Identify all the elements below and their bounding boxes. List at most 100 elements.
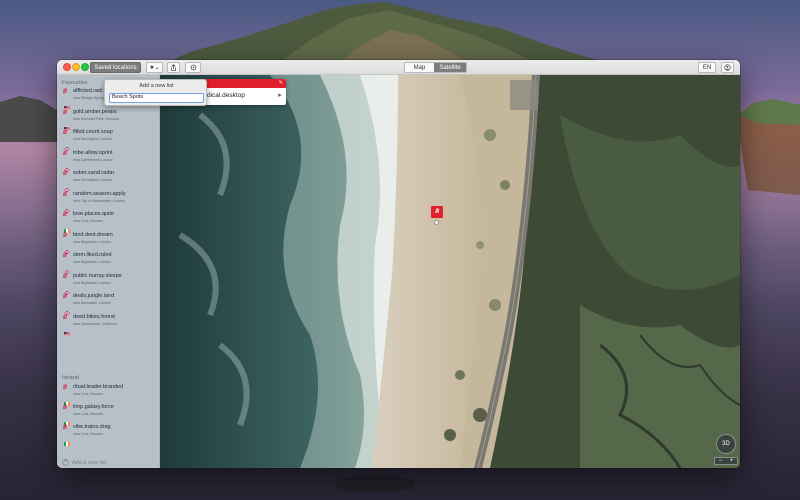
location-name: love.places.quite [73, 211, 114, 217]
location-name: sober.sand.radar [73, 170, 115, 176]
plus-icon: + [62, 459, 69, 466]
saved-location-item[interactable]: /// love.places.quite near Cork, Munster [63, 211, 158, 233]
brand-slashes-icon: /// [63, 191, 67, 198]
add-new-list-popover: Add a new list Beach Spots [104, 79, 207, 106]
country-flag-icon [63, 302, 71, 316]
saved-location-item[interactable]: /// deals.jungle.land near Bayswater, Lond… [63, 293, 158, 316]
location-name: ritual.leader.branded [73, 384, 124, 390]
saved-location-item[interactable]: /// sober.sand.radar near Kensington, Lond… [63, 170, 158, 193]
location-subtitle: near Cork, Munster [73, 412, 103, 416]
brand-slashes-icon: /// [63, 150, 67, 157]
location-name: filled.count.soap [73, 129, 113, 135]
country-flag-icon [63, 282, 71, 295]
brand-slashes-icon: /// [63, 253, 67, 259]
location-subtitle: near Sacramento, California [73, 321, 117, 326]
saved-locations-button[interactable]: Saved locations [90, 62, 141, 73]
saved-location-item[interactable]: /// vibe.trains.drag near Cork, Munster [63, 424, 158, 446]
country-flag-icon [63, 159, 71, 172]
country-flag-icon [64, 118, 70, 131]
location-name: stem.liked.ruled [73, 252, 112, 258]
location-name: vibe.trains.drag [73, 424, 111, 430]
account-button[interactable] [721, 62, 734, 73]
location-subtitle: near Bayswater, London [73, 239, 111, 244]
location-name: public.hurray.sleeps [73, 272, 122, 279]
location-marker[interactable]: /// [431, 206, 443, 218]
zoom-in-button[interactable]: + [726, 458, 737, 464]
maximize-window-button[interactable] [81, 63, 89, 71]
location-subtitle: near Cork, Munster [73, 432, 103, 436]
saved-location-item[interactable]: /// public.hurray.sleeps near Bayswater, L… [63, 272, 158, 295]
location-name: bind.dent.dream [73, 231, 113, 238]
saved-location-item[interactable]: /// stem.liked.ruled near Bayswater, Londo… [63, 252, 158, 275]
favourites-section-title: Favourites [62, 80, 88, 86]
location-subtitle: near Bayswater, London [73, 280, 111, 285]
saved-location-item[interactable]: /// random.season.apply near City of Westm… [63, 190, 158, 213]
saved-location-item[interactable]: /// ritual.leader.branded near Cork, Munst… [63, 384, 158, 406]
location-subtitle: near Bayswater, London [73, 301, 111, 305]
title-bar: Saved locations ★⌄ Map Satellite EN [57, 60, 740, 75]
location-card: ✎ dical.desktop ➤ [205, 79, 286, 105]
saved-locations-sidebar: Favourites ///afflicted.radi near Shingle… [57, 75, 160, 468]
minimize-window-button[interactable] [72, 63, 80, 71]
add-new-list-button[interactable]: + Add a new list [62, 459, 106, 466]
country-flag-icon [64, 97, 70, 110]
map-mode-toggle: Map Satellite [404, 62, 467, 73]
location-subtitle: near Kensington, London [73, 137, 113, 141]
brand-slashes-icon: /// [63, 385, 67, 391]
language-button[interactable]: EN [698, 62, 716, 73]
desktop-rock [335, 475, 415, 493]
location-name: limp.galaxy.force [73, 404, 114, 410]
3d-view-button[interactable]: 3D [716, 434, 736, 454]
satellite-mode-button[interactable]: Satellite [434, 63, 466, 72]
ireland-section-title: Ireland [62, 375, 79, 381]
brand-slashes-icon: /// [63, 109, 67, 116]
brand-slashes-icon: /// [63, 425, 67, 431]
add-new-list-label: Add a new list [72, 459, 107, 466]
pencil-icon[interactable]: ✎ [279, 80, 283, 86]
saved-location-item[interactable]: /// filled.count.soap near Kensington, Lon… [63, 129, 158, 152]
share-icon [171, 64, 176, 71]
location-subtitle: near City of Westminster, London [73, 198, 125, 203]
saved-location-item[interactable]: /// deed.bikes.forest near Sacramento, Cal… [63, 313, 158, 336]
satellite-map[interactable] [160, 75, 740, 468]
close-window-button[interactable] [63, 63, 71, 71]
brand-slashes-icon: /// [63, 232, 67, 239]
saved-location-item[interactable]: /// bind.dent.dream near Bayswater, London [63, 231, 158, 254]
location-name: deed.bikes.forest [73, 313, 115, 320]
app-window: Saved locations ★⌄ Map Satellite EN Favo… [57, 60, 740, 468]
location-subtitle: near Cork, Munster [73, 219, 103, 223]
brand-slashes-icon: /// [63, 171, 67, 177]
location-name: gold.amber.peeps [73, 108, 117, 115]
zoom-controls: − + [714, 457, 738, 465]
favourite-star-button[interactable]: ★⌄ [146, 62, 163, 73]
copy-icon [190, 64, 196, 71]
location-card-header: ✎ [205, 79, 286, 88]
saved-location-item[interactable]: /// tribe.allow.sprint near Camberwell, Lo… [63, 150, 158, 172]
zoom-out-button[interactable]: − [715, 458, 726, 464]
location-name: afflicted.radi [73, 88, 103, 94]
new-list-name-input[interactable]: Beach Spots [109, 93, 204, 103]
country-flag-icon [63, 200, 71, 213]
country-flag-icon [63, 179, 71, 193]
country-flag-icon [64, 393, 70, 406]
location-subtitle: near Kapiolani Park, Honolulu [73, 116, 120, 121]
share-button[interactable] [167, 62, 180, 73]
popover-title: Add a new list [139, 83, 174, 89]
brand-slashes-icon: /// [63, 130, 67, 136]
saved-location-item[interactable]: /// limp.galaxy.force near Cork, Munster [63, 404, 158, 426]
location-subtitle: near Cork, Munster [73, 392, 103, 396]
saved-location-item[interactable]: /// gold.amber.peeps near Kapiolani Park, … [63, 108, 158, 131]
brand-slashes-icon: /// [63, 314, 67, 321]
satellite-imagery [160, 75, 740, 468]
country-flag-icon [63, 138, 71, 152]
map-mode-button[interactable]: Map [405, 63, 434, 72]
country-flag-icon [64, 433, 70, 446]
user-icon [724, 64, 731, 71]
country-flag-icon [63, 241, 71, 254]
country-flag-icon [64, 323, 70, 336]
copy-button[interactable] [185, 62, 201, 73]
navigate-icon[interactable]: ➤ [277, 92, 282, 99]
brand-slashes-icon: /// [63, 273, 67, 280]
location-name: random.season.apply [73, 190, 126, 197]
location-marker-dot [434, 220, 439, 225]
